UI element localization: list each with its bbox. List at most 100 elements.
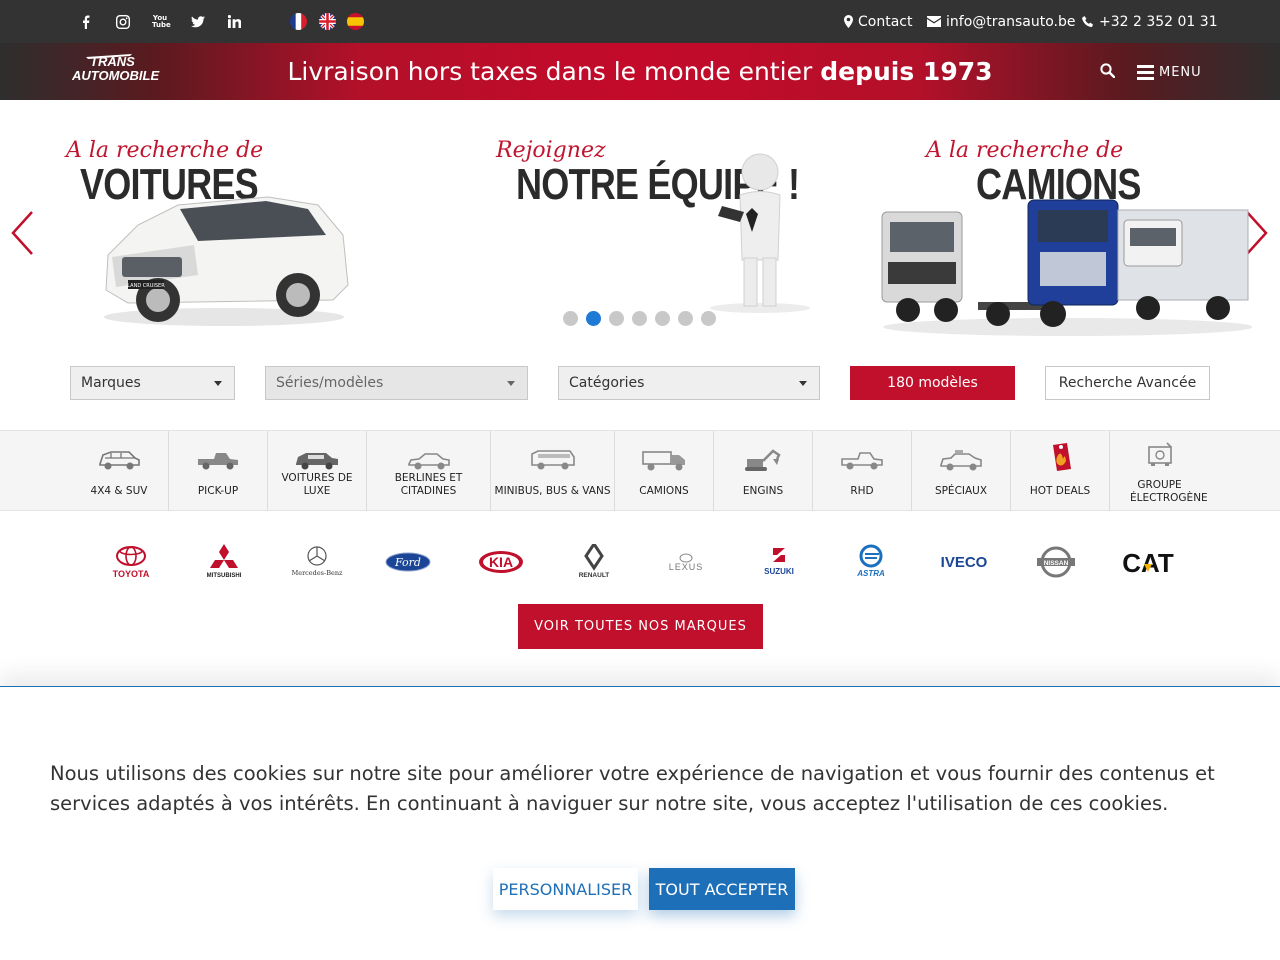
carousel-dot[interactable] <box>632 311 647 326</box>
facebook-icon[interactable] <box>75 0 97 43</box>
trucks-image <box>881 199 1252 336</box>
brand-cat-logo[interactable]: CAT <box>1116 544 1180 580</box>
suv-icon <box>97 445 141 475</box>
map-marker-icon <box>844 15 853 28</box>
carousel-dot[interactable] <box>701 311 716 326</box>
minibus-icon <box>530 445 576 475</box>
category-trucks[interactable]: CAMIONS <box>615 431 714 511</box>
category-sedans[interactable]: BERLINES ET CITADINES <box>367 431 491 511</box>
category-label: RHD <box>850 485 874 497</box>
category-label: VOITURES DE LUXE <box>281 472 353 497</box>
brand-iveco-logo[interactable]: IVECO <box>932 544 996 580</box>
twitter-icon[interactable] <box>187 0 209 43</box>
brand-astra-text: ASTRA <box>856 569 885 578</box>
generator-icon <box>1145 439 1175 469</box>
brand-renault-text: RENAULT <box>579 572 610 579</box>
excavator-icon <box>743 445 783 475</box>
category-hot-deals[interactable]: HOT DEALS <box>1011 431 1110 511</box>
brand-nissan-text: NISSAN <box>1044 560 1069 567</box>
email-text: info@transauto.be <box>946 13 1076 30</box>
brand-mercedes-logo[interactable]: Mercedes-Benz <box>290 544 344 580</box>
category-label: SPÉCIAUX <box>934 485 988 497</box>
hero-carousel: A la recherche de VOITURES LAND CRUISER … <box>0 100 1280 345</box>
brand-astra-logo[interactable]: ASTRA <box>847 544 895 580</box>
caret-down-icon <box>214 381 222 386</box>
category-label: 4X4 & SUV <box>90 485 148 497</box>
carousel-dot[interactable] <box>586 311 601 326</box>
hamburger-icon <box>1137 62 1154 83</box>
category-4x4-suv[interactable]: 4X4 & SUV <box>70 431 169 511</box>
top-bar: You Tube Contact info@transauto.be +32 2… <box>0 0 1280 43</box>
flag-es-icon[interactable] <box>347 13 364 30</box>
phone-text: +32 2 352 01 31 <box>1099 13 1218 30</box>
category-engins[interactable]: ENGINS <box>714 431 813 511</box>
brand-mitsubishi-logo[interactable]: MITSUBISHI <box>198 544 250 580</box>
carousel-dot[interactable] <box>678 311 693 326</box>
instagram-icon[interactable] <box>112 0 134 43</box>
brand-toyota-text: TOYOTA <box>113 569 150 579</box>
brands-select-label: Marques <box>81 375 141 391</box>
carousel-dot[interactable] <box>609 311 624 326</box>
category-label: HOT DEALS <box>1029 485 1091 497</box>
search-icon[interactable] <box>1100 63 1118 81</box>
carousel-dots <box>563 311 716 326</box>
category-rhd[interactable]: RHD <box>813 431 912 511</box>
brand-suzuki-logo[interactable]: SUZUKI <box>755 544 803 580</box>
cookie-text: Nous utilisons des cookies sur notre sit… <box>50 762 1215 815</box>
carousel-dot[interactable] <box>563 311 578 326</box>
cookie-banner: Nous utilisons des cookies sur notre sit… <box>0 686 1280 960</box>
category-label: GROUPE ÉLECTROGÈNE <box>1130 479 1208 504</box>
flag-fr-icon[interactable] <box>290 13 307 30</box>
category-pick-up[interactable]: PICK-UP <box>169 431 268 511</box>
brand-kia-logo[interactable]: KIA <box>477 544 525 580</box>
caret-down-icon <box>799 381 807 386</box>
menu-label: MENU <box>1159 64 1202 80</box>
category-generator[interactable]: GROUPE ÉLECTROGÈNE <box>1110 431 1209 511</box>
category-special[interactable]: SPÉCIAUX <box>912 431 1011 511</box>
brand-kia-text: KIA <box>489 554 513 570</box>
category-label: MINIBUS, BUS & VANS <box>494 485 611 497</box>
carousel-dot[interactable] <box>655 311 670 326</box>
license-plate: LAND CRUISER <box>127 283 165 289</box>
flag-en-icon[interactable] <box>319 13 336 30</box>
carousel-prev-arrow-icon[interactable] <box>10 210 34 256</box>
brands-select[interactable]: Marques <box>70 366 235 400</box>
brand-renault-logo[interactable]: RENAULT <box>570 544 618 580</box>
envelope-icon <box>927 16 941 27</box>
figure-with-tablet-image <box>710 153 810 313</box>
category-label: ENGINS <box>742 485 784 497</box>
phone-link[interactable]: +32 2 352 01 31 <box>1082 0 1218 43</box>
tagline-regular: Livraison hors taxes dans le monde entie… <box>287 57 821 86</box>
tagline-bold: depuis 1973 <box>820 57 993 86</box>
brand-nissan-logo[interactable]: NISSAN <box>1033 544 1079 580</box>
header-tagline: Livraison hors taxes dans le monde entie… <box>0 57 1280 86</box>
models-select[interactable]: Séries/modèles <box>265 366 528 400</box>
brand-ford-logo[interactable]: Ford <box>384 544 432 580</box>
brand-toyota-logo[interactable]: TOYOTA <box>105 544 157 580</box>
contact-label: Contact <box>858 13 913 30</box>
category-label: CAMIONS <box>639 485 689 497</box>
all-brands-button[interactable]: VOIR TOUTES NOS MARQUES <box>518 604 763 649</box>
email-link[interactable]: info@transauto.be <box>927 0 1075 43</box>
menu-button[interactable]: MENU <box>1137 60 1202 84</box>
youtube-icon[interactable]: You Tube <box>149 0 171 43</box>
category-minibus[interactable]: MINIBUS, BUS & VANS <box>491 431 615 511</box>
accept-all-cookies-button[interactable]: TOUT ACCEPTER <box>649 868 795 910</box>
suv-image: LAND CRUISER <box>104 196 349 326</box>
brand-mercedes-text: Mercedes-Benz <box>292 569 343 577</box>
caret-down-icon <box>507 381 515 386</box>
pickup-icon <box>196 445 240 475</box>
categories-select[interactable]: Catégories <box>558 366 820 400</box>
category-luxury[interactable]: VOITURES DE LUXE <box>268 431 367 511</box>
rhd-pickup-icon <box>840 445 884 475</box>
customize-cookies-button[interactable]: PERSONNALISER <box>493 868 638 910</box>
models-select-label: Séries/modèles <box>276 375 384 391</box>
brand-suzuki-text: SUZUKI <box>764 567 794 576</box>
phone-icon <box>1082 15 1093 27</box>
linkedin-icon[interactable] <box>223 0 245 43</box>
results-count-button[interactable]: 180 modèles <box>850 366 1015 400</box>
contact-link[interactable]: Contact <box>844 0 912 43</box>
category-bar: 4X4 & SUV PICK-UP VOITURES DE LUXE BERLI… <box>0 430 1280 511</box>
advanced-search-button[interactable]: Recherche Avancée <box>1045 366 1210 400</box>
brand-lexus-logo[interactable]: LEXUS <box>662 544 710 580</box>
